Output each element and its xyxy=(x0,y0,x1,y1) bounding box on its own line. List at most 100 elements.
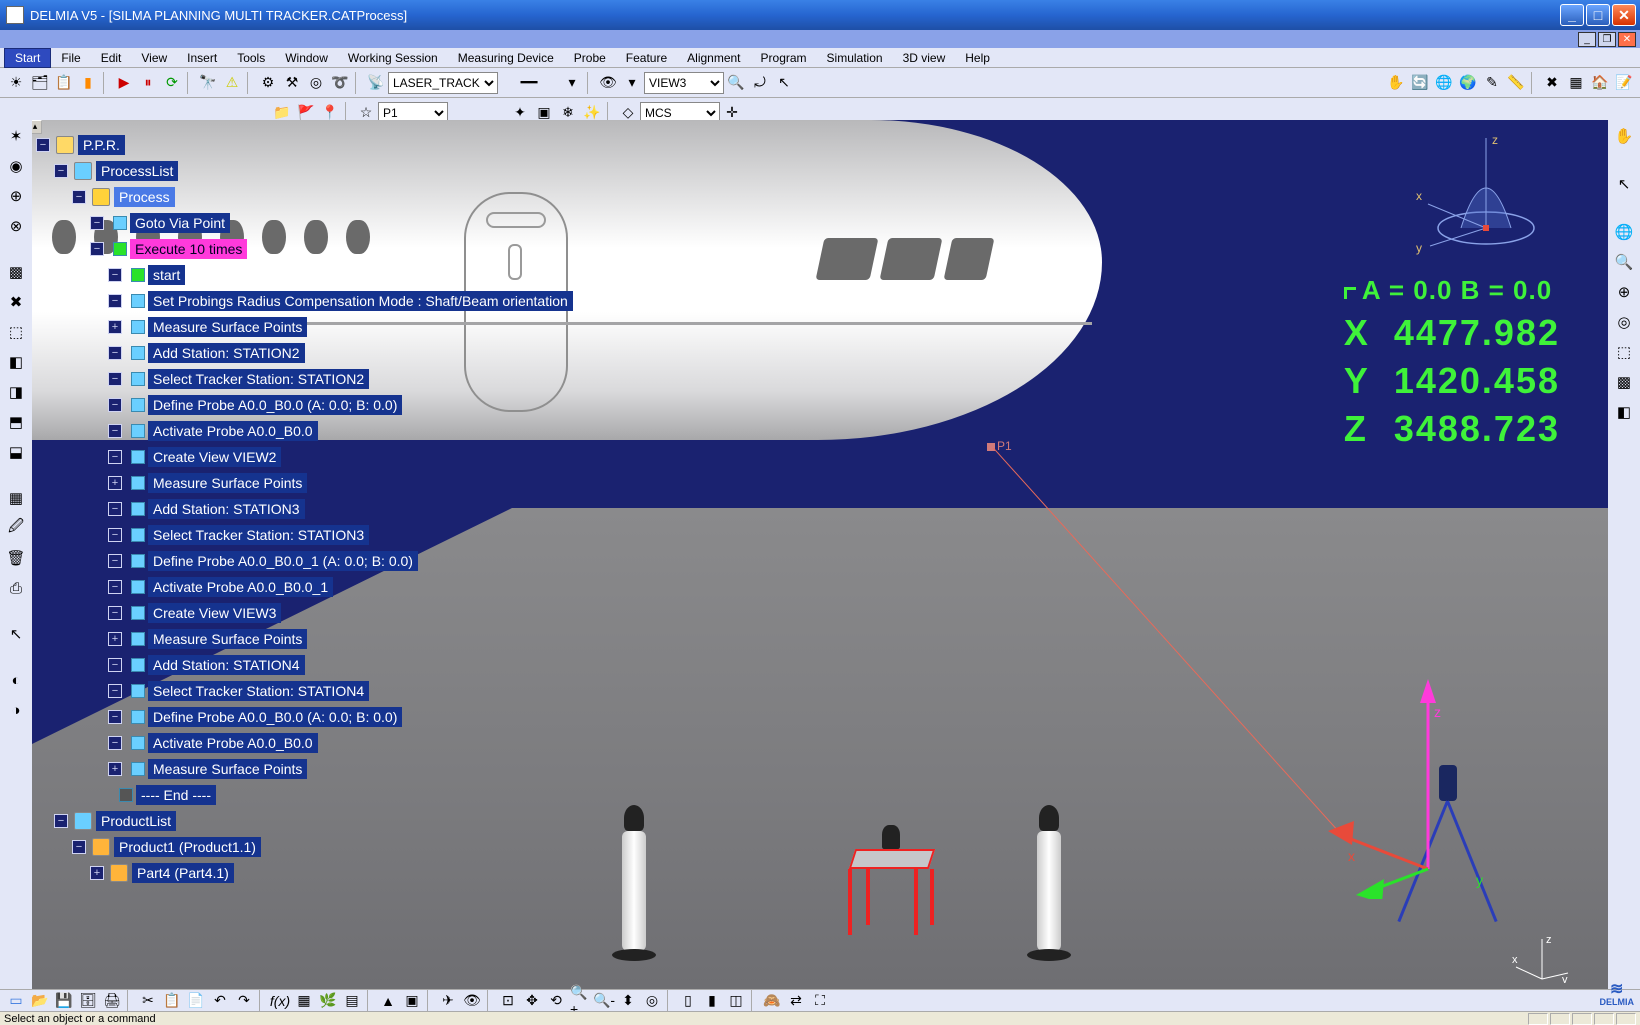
sb-tool-18-icon[interactable]: ◑ xyxy=(4,698,28,722)
menu-help[interactable]: Help xyxy=(955,49,1000,67)
binoculars-icon[interactable]: 🔭 xyxy=(197,72,219,94)
tree-item[interactable]: Select Tracker Station: STATION3 xyxy=(148,525,369,545)
menu-3d-view[interactable]: 3D view xyxy=(893,49,956,67)
tree-item-execute[interactable]: Execute 10 times xyxy=(130,239,247,259)
hand-icon[interactable]: ✋ xyxy=(1385,72,1407,94)
bt-normal-icon[interactable]: ⬍ xyxy=(617,990,639,1012)
warning-icon[interactable]: ⚠ xyxy=(221,72,243,94)
sb-tool-2-icon[interactable]: ◉ xyxy=(4,154,28,178)
sb-tool-16-icon[interactable]: ↖ xyxy=(4,622,28,646)
globe-icon[interactable]: 🌐 xyxy=(1433,72,1455,94)
edit-globe-icon[interactable]: ✎ xyxy=(1481,72,1503,94)
window-minimize-button[interactable]: _ xyxy=(1560,4,1584,26)
tree-item[interactable]: Measure Surface Points xyxy=(148,317,307,337)
rsb-cursor-icon[interactable]: ↖ xyxy=(1612,172,1636,196)
tree-item[interactable]: Define Probe A0.0_B0.0 (A: 0.0; B: 0.0) xyxy=(148,395,402,415)
menu-feature[interactable]: Feature xyxy=(616,49,677,67)
bt-zoomout-icon[interactable]: 🔍- xyxy=(593,990,615,1012)
tree-root[interactable]: P.P.R. xyxy=(78,135,125,155)
mdi-restore-button[interactable]: ❐ xyxy=(1598,32,1616,47)
loop-button-icon[interactable]: ⟳ xyxy=(161,72,183,94)
sb-tool-9-icon[interactable]: ◨ xyxy=(4,380,28,404)
tree-product1[interactable]: Product1 (Product1.1) xyxy=(114,837,261,857)
status-pane-5[interactable] xyxy=(1616,1013,1636,1025)
tree-part4[interactable]: Part4 (Part4.1) xyxy=(132,863,234,883)
bt-saveall-icon[interactable]: 🗄 xyxy=(77,990,99,1012)
bt-zoomin-icon[interactable]: 🔍+ xyxy=(569,990,591,1012)
spiral-icon[interactable]: ➰ xyxy=(329,72,351,94)
bt-examine-icon[interactable]: 👁 xyxy=(461,990,483,1012)
tool-new-icon[interactable]: ☀ xyxy=(5,72,27,94)
rsb-tool-7-icon[interactable]: ▩ xyxy=(1612,370,1636,394)
menu-edit[interactable]: Edit xyxy=(91,49,132,67)
menu-alignment[interactable]: Alignment xyxy=(677,49,750,67)
bt-print-icon[interactable]: 🖨 xyxy=(101,990,123,1012)
rsb-tool-5-icon[interactable]: ◎ xyxy=(1612,310,1636,334)
line-weight-icon[interactable]: ━━ xyxy=(499,72,559,94)
sb-tool-13-icon[interactable]: 🖉 xyxy=(4,516,28,540)
zoom-reset-icon[interactable]: ⤾ xyxy=(749,72,771,94)
tool-highlight-icon[interactable]: ▮ xyxy=(77,72,99,94)
move-gizmo[interactable]: z x y xyxy=(1328,669,1528,899)
cursor-icon[interactable]: ↖ xyxy=(773,72,795,94)
tree-processlist[interactable]: ProcessList xyxy=(96,161,178,181)
sb-tool-11-icon[interactable]: ⬓ xyxy=(4,440,28,464)
tree-item[interactable]: Measure Surface Points xyxy=(148,629,307,649)
rsb-tool-1-icon[interactable]: ✋ xyxy=(1612,124,1636,148)
bt-tree-icon[interactable]: 🌿 xyxy=(317,990,339,1012)
window-close-button[interactable]: ✕ xyxy=(1612,4,1636,26)
bt-pan-icon[interactable]: ✥ xyxy=(521,990,543,1012)
menu-start[interactable]: Start xyxy=(4,48,51,68)
status-pane-1[interactable] xyxy=(1528,1013,1548,1025)
menu-measuring-device[interactable]: Measuring Device xyxy=(448,49,564,67)
device-icon[interactable]: ⚙ xyxy=(257,72,279,94)
tree-item[interactable]: Activate Probe A0.0_B0.0 xyxy=(148,733,318,753)
tree-item[interactable]: Create View VIEW3 xyxy=(148,603,281,623)
tree-item[interactable]: Activate Probe A0.0_B0.0_1 xyxy=(148,577,333,597)
bt-view1-icon[interactable]: ▯ xyxy=(677,990,699,1012)
tree-item-end[interactable]: ---- End ---- xyxy=(136,785,216,805)
rsb-tool-8-icon[interactable]: ◧ xyxy=(1612,400,1636,424)
menu-file[interactable]: File xyxy=(51,49,90,67)
rsb-globe-icon[interactable]: 🌐 xyxy=(1612,220,1636,244)
view-compass[interactable]: z x y xyxy=(1356,128,1556,258)
bt-fly-icon[interactable]: ✈ xyxy=(437,990,459,1012)
view-type-icon[interactable]: ▾ xyxy=(621,72,643,94)
pause-button-icon[interactable]: ⏸ xyxy=(137,72,159,94)
tree-item[interactable]: Select Tracker Station: STATION4 xyxy=(148,681,369,701)
mdi-minimize-button[interactable]: _ xyxy=(1578,32,1596,47)
rsb-tool-4-icon[interactable]: ⊕ xyxy=(1612,280,1636,304)
bt-grid-icon[interactable]: ▤ xyxy=(341,990,363,1012)
show-axis-icon[interactable]: ✖ xyxy=(1541,72,1563,94)
bt-redo-icon[interactable]: ↷ xyxy=(233,990,255,1012)
tool-hierarchy-icon[interactable]: 🗂 xyxy=(29,72,51,94)
menu-tools[interactable]: Tools xyxy=(227,49,275,67)
target-icon[interactable]: ◎ xyxy=(305,72,327,94)
tree-item[interactable]: Create View VIEW2 xyxy=(148,447,281,467)
tracker-type-icon[interactable]: 📡 xyxy=(365,72,387,94)
bt-view3-icon[interactable]: ◫ xyxy=(725,990,747,1012)
menu-working-session[interactable]: Working Session xyxy=(338,49,448,67)
tree-item[interactable]: Goto Via Point xyxy=(130,213,230,233)
bt-lookat-icon[interactable]: ◎ xyxy=(641,990,663,1012)
tracker-combo[interactable]: LASER_TRACK xyxy=(388,72,498,94)
tree-item[interactable]: Set Probings Radius Compensation Mode : … xyxy=(148,291,573,311)
sb-tool-17-icon[interactable]: ◐ xyxy=(4,668,28,692)
bt-rotate-icon[interactable]: ⟲ xyxy=(545,990,567,1012)
sb-tool-6-icon[interactable]: ✖ xyxy=(4,290,28,314)
rotate-view-icon[interactable]: 🔄 xyxy=(1409,72,1431,94)
sb-tool-1-icon[interactable]: ✶ xyxy=(4,124,28,148)
sb-tool-15-icon[interactable]: ⎙ xyxy=(4,576,28,600)
tree-item[interactable]: Add Station: STATION4 xyxy=(148,655,305,675)
bt-formula-icon[interactable]: f(x) xyxy=(269,990,291,1012)
menu-insert[interactable]: Insert xyxy=(177,49,227,67)
sb-tool-8-icon[interactable]: ◧ xyxy=(4,350,28,374)
zoom-fit-icon[interactable]: 🔍 xyxy=(725,72,747,94)
note-icon[interactable]: 📝 xyxy=(1613,72,1635,94)
bt-hide-icon[interactable]: 🙈 xyxy=(761,990,783,1012)
tree-item[interactable]: Measure Surface Points xyxy=(148,759,307,779)
chevron-down-icon[interactable]: ▾ xyxy=(561,72,583,94)
sb-tool-12-icon[interactable]: ▦ xyxy=(4,486,28,510)
tree-toggle-root[interactable]: − xyxy=(36,138,50,152)
menu-probe[interactable]: Probe xyxy=(564,49,616,67)
